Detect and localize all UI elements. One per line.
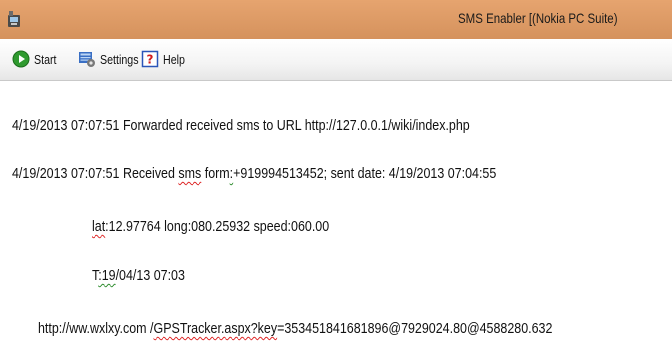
window-title: SMS Enabler [(Nokia PC Suite) — [458, 10, 618, 26]
log-text: sms — [178, 166, 202, 182]
svg-text:?: ? — [147, 53, 154, 67]
log-line: 4/19/2013 07:07:51 Received sms form:+91… — [12, 166, 496, 182]
log-text: http://ww.wxlxy.com / — [38, 321, 154, 337]
log-line: 4/19/2013 07:07:51 Forwarded received sm… — [12, 118, 470, 134]
title-bar[interactable]: SMS Enabler [(Nokia PC Suite) — [0, 0, 672, 39]
toolbar: Start Settings ? Help — [0, 39, 672, 81]
log-text: :12.97764 long:080.25932 speed:060.00 — [105, 219, 330, 235]
log-line: http://ww.wxlxy.com /GPSTracker.aspx?key… — [38, 321, 552, 337]
settings-label: Settings — [100, 51, 139, 67]
log-text: form — [201, 166, 230, 182]
help-label: Help — [163, 51, 185, 67]
help-icon: ? — [141, 50, 159, 68]
settings-button[interactable]: Settings — [78, 49, 147, 69]
app-icon — [8, 11, 20, 27]
log-line: T:19/04/13 07:03 — [92, 268, 185, 284]
log-text: =353451841681896@7929024.80@4588280.632 — [277, 321, 553, 337]
start-label: Start — [34, 51, 57, 67]
log-text: :19 — [98, 268, 116, 284]
log-line: lat:12.97764 long:080.25932 speed:060.00 — [92, 219, 329, 235]
play-icon — [12, 50, 30, 68]
settings-icon — [79, 52, 95, 67]
app-window: SMS Enabler [(Nokia PC Suite) Start Sett… — [0, 0, 672, 345]
log-text: 4/19/2013 07:07:51 Received — [12, 166, 179, 182]
log-text: 4/19/2013 07:07:51 Forwarded received sm… — [12, 118, 470, 134]
log-text: +919994513452; sent date: 4/19/2013 07:0… — [233, 166, 497, 182]
start-button[interactable]: Start — [12, 49, 61, 69]
log-text: /04/13 07:03 — [115, 268, 185, 284]
log-text: GPSTracker.aspx?key — [153, 321, 278, 337]
log-text: lat — [92, 219, 106, 235]
help-button[interactable]: ? Help — [141, 49, 190, 69]
